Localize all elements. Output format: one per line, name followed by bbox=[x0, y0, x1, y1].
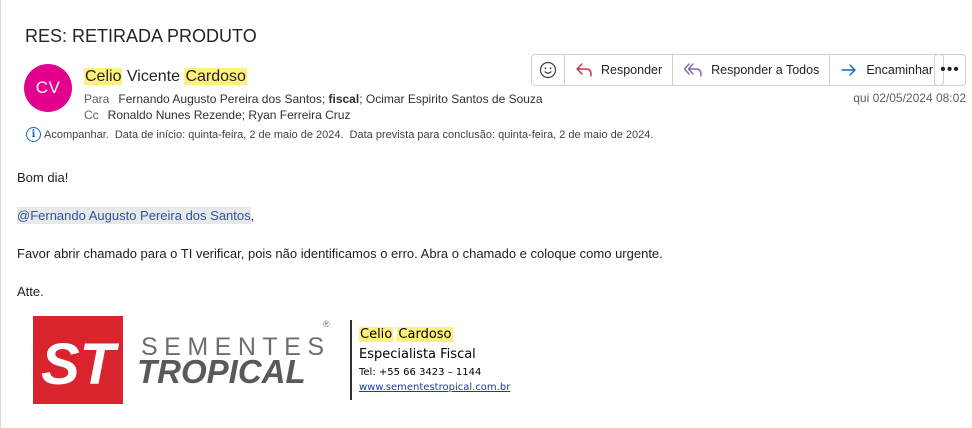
message-paragraph: Favor abrir chamado para o TI verificar,… bbox=[17, 246, 663, 261]
to-recipients-1[interactable]: Fernando Augusto Pereira dos Santos; bbox=[118, 92, 328, 106]
received-date: qui 02/05/2024 08:02 bbox=[853, 91, 966, 105]
cc-line[interactable]: Cc Ronaldo Nunes Rezende; Ryan Ferreira C… bbox=[84, 108, 350, 122]
reply-button[interactable]: Responder bbox=[565, 55, 674, 85]
pane-border bbox=[0, 0, 1, 428]
signature-last-name: Cardoso bbox=[397, 327, 453, 342]
reply-label: Responder bbox=[601, 63, 663, 77]
reply-all-label: Responder a Todos bbox=[711, 63, 820, 77]
follow-up-info-bar: i Acompanhar. Data de início: quinta-fei… bbox=[26, 127, 653, 142]
info-icon: i bbox=[26, 127, 41, 142]
signature-role: Especialista Fiscal bbox=[359, 347, 476, 362]
mention-tail: , bbox=[250, 208, 255, 223]
sender-name[interactable]: Celio Vicente Cardoso bbox=[84, 68, 247, 86]
forward-icon bbox=[841, 64, 857, 76]
logo-registered-mark: ® bbox=[323, 319, 330, 329]
sender-middle-name: Vicente bbox=[122, 68, 185, 85]
to-recipients-fiscal[interactable]: fiscal bbox=[329, 92, 360, 106]
sender-first-name: Celio bbox=[84, 68, 123, 85]
greeting: Bom dia! bbox=[17, 170, 69, 185]
sender-last-name: Cardoso bbox=[184, 68, 247, 85]
start-date: Data de início: quinta-feira, 2 de maio … bbox=[114, 128, 344, 141]
signature-name: Celio Cardoso bbox=[359, 327, 453, 342]
follow-up-label: Acompanhar. bbox=[44, 128, 109, 141]
more-icon: ••• bbox=[940, 61, 960, 78]
emoji-icon bbox=[539, 61, 557, 79]
forward-label: Encaminhar bbox=[866, 63, 934, 77]
message-actions: Responder Responder a Todos Encaminhar bbox=[531, 54, 945, 86]
due-date: Data prevista para conclusão: quinta-fei… bbox=[349, 128, 654, 141]
signature-divider bbox=[350, 320, 352, 400]
cc-label: Cc bbox=[84, 108, 99, 122]
reply-icon bbox=[576, 63, 592, 77]
logo-mark-text: ST bbox=[41, 332, 120, 397]
avatar[interactable]: CV bbox=[24, 64, 72, 112]
cc-recipients[interactable]: Ronaldo Nunes Rezende; Ryan Ferreira Cru… bbox=[108, 108, 351, 122]
signature-first-name: Celio bbox=[359, 327, 394, 342]
reaction-button[interactable] bbox=[532, 55, 565, 85]
to-recipients-2[interactable]: ; Ocimar Espirito Santos de Souza bbox=[359, 92, 542, 106]
forward-button[interactable]: Encaminhar bbox=[830, 55, 943, 85]
to-label: Para bbox=[84, 92, 110, 106]
reply-all-icon bbox=[683, 63, 702, 77]
to-line[interactable]: Para Fernando Augusto Pereira dos Santos;… bbox=[84, 92, 543, 106]
more-actions-button[interactable]: ••• bbox=[934, 54, 966, 86]
closing: Atte. bbox=[17, 284, 44, 299]
email-subject: RES: RETIRADA PRODUTO bbox=[25, 26, 257, 46]
mention-line: @Fernando Augusto Pereira dos Santos, bbox=[17, 207, 255, 224]
signature-website-link[interactable]: www.sementestropical.com.br bbox=[359, 382, 510, 393]
logo-bottom-text: TROPICAL bbox=[137, 353, 306, 390]
reply-all-button[interactable]: Responder a Todos bbox=[673, 55, 831, 85]
mention-link[interactable]: @Fernando Augusto Pereira dos Santos bbox=[17, 207, 251, 224]
signature-phone: Tel: +55 66 3423 – 1144 bbox=[359, 367, 482, 378]
sementes-tropical-logo: ST SEMENTES TROPICAL ® bbox=[33, 316, 330, 404]
